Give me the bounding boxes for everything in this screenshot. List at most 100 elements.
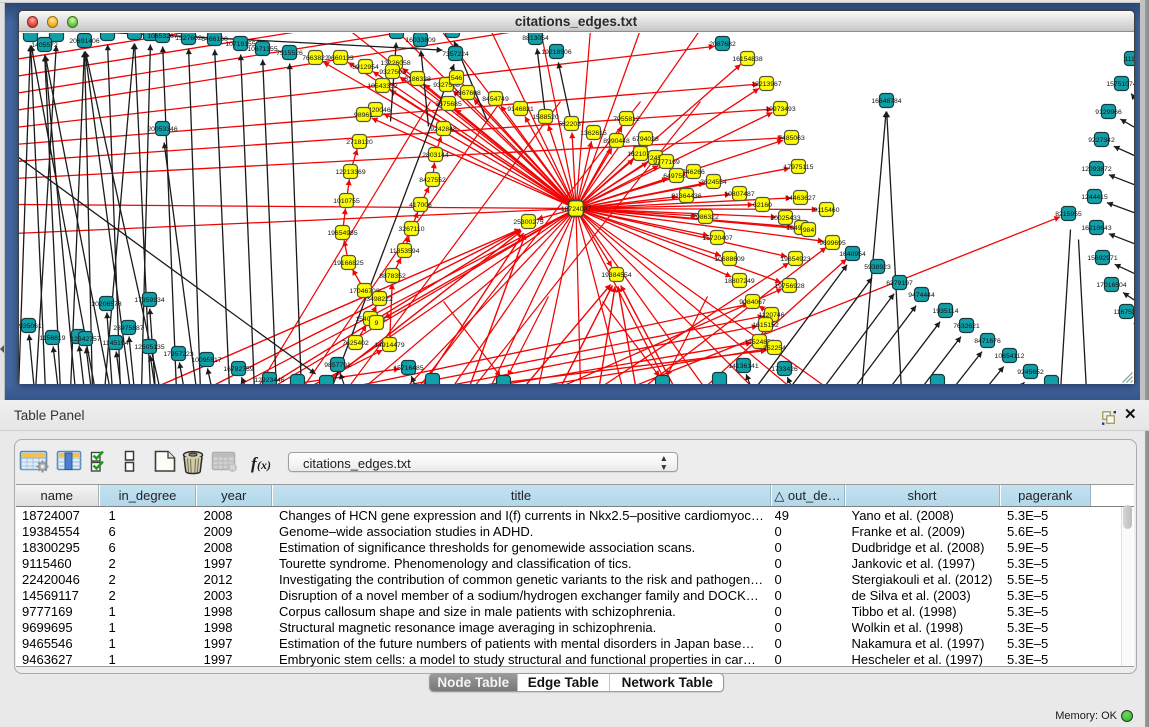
svg-text:1156819: 1156819 — [39, 334, 65, 341]
svg-text:1733426: 1733426 — [771, 365, 798, 372]
svg-text:1405572: 1405572 — [31, 41, 58, 48]
svg-text:746266: 746266 — [682, 168, 705, 175]
svg-text:19218506: 19218506 — [541, 48, 571, 55]
svg-text:15751074: 15751074 — [1106, 80, 1134, 87]
svg-text:5322037: 5322037 — [558, 120, 585, 127]
svg-text:9: 9 — [374, 319, 378, 326]
svg-text:6466160: 6466160 — [201, 35, 228, 42]
svg-text:2087682: 2087682 — [709, 40, 736, 47]
svg-text:16782759: 16782759 — [223, 365, 253, 372]
svg-text:252254: 252254 — [763, 344, 786, 351]
svg-text:1588520: 1588520 — [532, 113, 559, 120]
svg-text:25300275: 25300275 — [513, 218, 543, 225]
svg-text:9857791: 9857791 — [324, 361, 351, 368]
svg-text:8186328: 8186328 — [404, 75, 431, 82]
svg-text:7625402: 7625402 — [342, 339, 369, 346]
svg-text:9227342: 9227342 — [1088, 136, 1115, 143]
svg-text:18807249: 18807249 — [724, 277, 754, 284]
svg-text:1145194: 1145194 — [102, 339, 128, 346]
svg-text:9242848: 9242848 — [430, 125, 457, 132]
svg-text:19384554: 19384554 — [601, 271, 631, 278]
svg-text:17975115: 17975115 — [783, 163, 813, 170]
svg-text:8813054: 8813054 — [522, 34, 549, 41]
svg-text:2367608: 2367608 — [454, 89, 481, 96]
svg-text:3267110: 3267110 — [398, 225, 424, 232]
svg-text:8990448: 8990448 — [603, 137, 630, 144]
svg-text:17016504: 17016504 — [1096, 281, 1126, 288]
svg-text:10688609: 10688609 — [714, 255, 744, 262]
svg-text:7955812: 7955812 — [613, 115, 640, 122]
svg-text:16210643: 16210643 — [1081, 224, 1111, 231]
svg-text:1112: 1112 — [1124, 55, 1134, 62]
svg-text:11353594: 11353594 — [389, 247, 419, 254]
svg-text:7357224: 7357224 — [442, 50, 469, 57]
svg-text:7986322: 7986322 — [692, 213, 719, 220]
svg-text:546: 546 — [450, 74, 462, 81]
svg-text:9777169: 9777169 — [653, 158, 680, 165]
svg-text:23975887: 23975887 — [113, 324, 143, 331]
svg-text:8912954: 8912954 — [352, 63, 379, 70]
svg-text:8454749: 8454749 — [482, 95, 509, 102]
svg-text:3675685: 3675685 — [435, 100, 462, 107]
svg-text:19756928: 19756928 — [774, 282, 804, 289]
svg-text:19654923: 19654923 — [780, 255, 810, 262]
svg-text:14136141: 14136141 — [728, 362, 758, 369]
svg-text:3624554: 3624554 — [700, 178, 727, 185]
svg-text:7485063: 7485063 — [778, 134, 805, 141]
svg-text:1010755: 1010755 — [333, 197, 360, 204]
svg-text:21364436: 21364436 — [671, 192, 701, 199]
svg-text:9327503: 9327503 — [379, 68, 406, 75]
svg-text:10653267: 10653267 — [147, 33, 177, 40]
svg-text:9660123: 9660123 — [327, 54, 354, 61]
svg-text:20053346: 20053346 — [147, 125, 177, 132]
svg-text:7663822: 7663822 — [302, 54, 329, 61]
svg-text:1640954: 1640954 — [839, 250, 866, 257]
svg-text:15716485: 15716485 — [393, 364, 423, 371]
svg-text:5938923: 5938923 — [864, 263, 891, 270]
svg-text:7632621: 7632621 — [953, 322, 980, 329]
svg-text:1527602: 1527602 — [175, 34, 202, 41]
svg-text:9245652: 9245652 — [1017, 368, 1044, 375]
svg-text:10095817: 10095817 — [191, 356, 221, 363]
svg-text:17359934: 17359934 — [134, 296, 164, 303]
svg-text:7515526: 7515526 — [276, 49, 303, 56]
svg-text:9146821: 9146821 — [507, 105, 534, 112]
svg-text:3498222: 3498222 — [366, 295, 393, 302]
svg-text:15692971: 15692971 — [1087, 254, 1117, 261]
svg-text:14463627: 14463627 — [785, 194, 815, 201]
svg-text:17957223: 17957223 — [163, 350, 193, 357]
svg-text:8878352: 8878352 — [379, 272, 406, 279]
svg-text:10654112: 10654112 — [994, 352, 1024, 359]
svg-text:62160: 62160 — [753, 201, 772, 208]
svg-text:12093872: 12093872 — [1081, 165, 1111, 172]
svg-text:417006: 417006 — [409, 201, 432, 208]
svg-text:9115460: 9115460 — [813, 206, 839, 213]
svg-text:6794028: 6794028 — [632, 135, 659, 142]
svg-text:16033809: 16033809 — [405, 36, 435, 43]
svg-text:10973493: 10973493 — [765, 105, 795, 112]
svg-text:8215955: 8215955 — [1055, 210, 1082, 217]
svg-text:10543352: 10543352 — [367, 82, 397, 89]
svg-text:20206578: 20206578 — [91, 300, 121, 307]
svg-text:16154838: 16154838 — [732, 55, 762, 62]
svg-text:2803144: 2803144 — [422, 151, 449, 158]
svg-text:9084067: 9084067 — [739, 298, 766, 305]
svg-text:984: 984 — [802, 226, 814, 233]
svg-text:19166825: 19166825 — [333, 259, 363, 266]
svg-text:12213967: 12213967 — [751, 80, 781, 87]
svg-text:9129966: 9129966 — [1095, 108, 1122, 115]
svg-text:1935114: 1935114 — [932, 307, 958, 314]
svg-text:19654985: 19654985 — [327, 229, 357, 236]
svg-text:8471676: 8471676 — [974, 337, 1001, 344]
svg-text:15720407: 15720407 — [702, 234, 732, 241]
svg-text:8427552: 8427552 — [419, 176, 446, 183]
svg-text:12213369: 12213369 — [335, 168, 365, 175]
svg-text:9699695: 9699695 — [819, 239, 846, 246]
svg-text:98961: 98961 — [354, 111, 373, 118]
svg-text:18724007: 18724007 — [560, 206, 590, 213]
svg-text:1935061: 1935061 — [19, 322, 42, 329]
svg-text:1167533: 1167533 — [1113, 308, 1133, 315]
svg-text:(x): (x) — [257, 458, 271, 472]
svg-text:14914479: 14914479 — [374, 341, 404, 348]
svg-text:1244415: 1244415 — [1081, 193, 1108, 200]
